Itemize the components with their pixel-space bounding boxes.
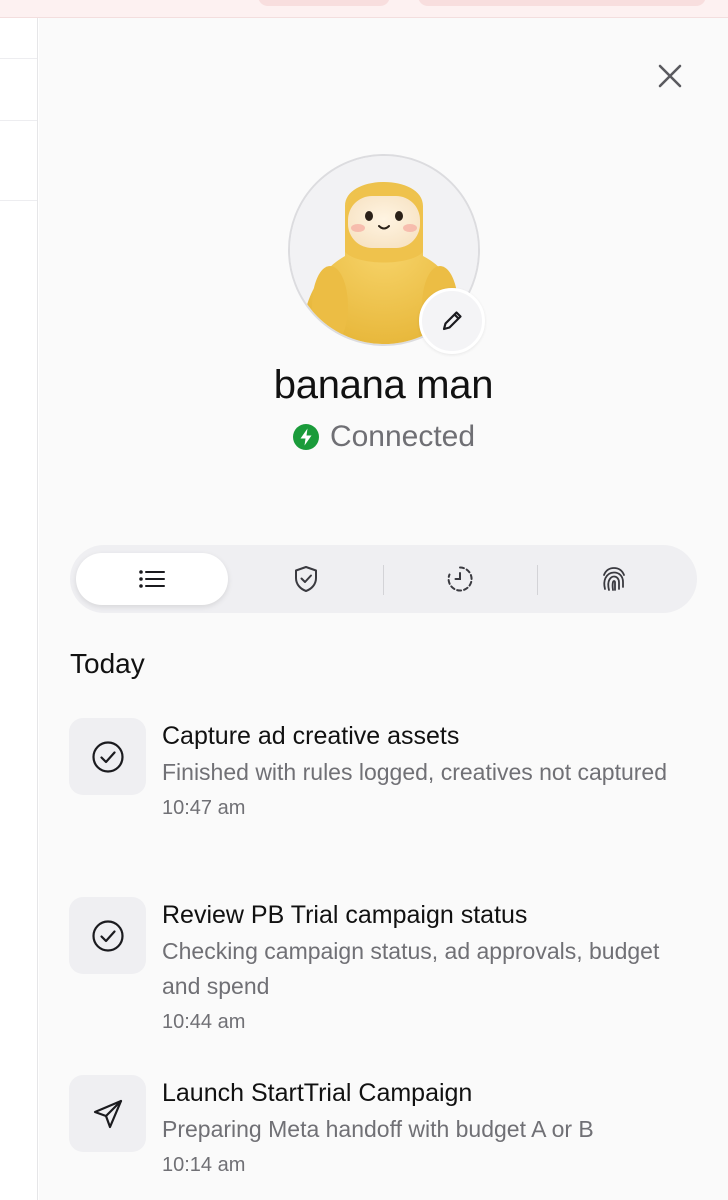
- tab-permissions[interactable]: [230, 553, 382, 605]
- close-icon: [658, 64, 682, 88]
- background-page-edge: [0, 18, 38, 1200]
- check-circle-icon: [91, 740, 124, 773]
- activity-time: 10:14 am: [162, 1154, 246, 1176]
- profile-side-panel: banana man Connected Today Capture ad cr…: [39, 18, 728, 1200]
- activity-status-tile: [69, 897, 146, 974]
- activity-status-tile: [69, 718, 146, 795]
- status-label: Connected: [329, 420, 476, 453]
- close-button[interactable]: [652, 58, 688, 94]
- section-heading: Today: [70, 648, 145, 679]
- activity-description: Preparing Meta handoff with budget A or …: [162, 1116, 594, 1142]
- activity-title: Launch StartTrial Campaign: [162, 1079, 473, 1107]
- shield-check-icon: [295, 566, 317, 592]
- list-icon: [139, 570, 165, 588]
- top-tab-pill[interactable]: [258, 0, 390, 6]
- activity-time: 10:44 am: [162, 1011, 246, 1033]
- fingerprint-icon: [603, 567, 625, 591]
- avatar-container: [288, 154, 485, 354]
- edit-avatar-button[interactable]: [419, 288, 485, 354]
- activity-title: Review PB Trial campaign status: [162, 901, 528, 929]
- activity-description: Finished with rules logged, creatives no…: [162, 759, 668, 785]
- lightning-status-icon: [292, 424, 319, 450]
- activity-title: Capture ad creative assets: [162, 722, 460, 750]
- activity-time: 10:47 am: [162, 797, 246, 819]
- tab-history[interactable]: [384, 553, 536, 605]
- top-tab-pill[interactable]: [418, 0, 706, 6]
- tab-activity[interactable]: [76, 553, 228, 605]
- connection-status: Connected: [39, 420, 728, 454]
- clock-icon: [447, 566, 473, 592]
- browser-top-strip: [0, 0, 728, 18]
- tab-identity[interactable]: [538, 553, 690, 605]
- pencil-icon: [442, 311, 462, 331]
- activity-status-tile: [69, 1075, 146, 1152]
- panel-tab-bar: [70, 545, 697, 613]
- profile-name: banana man: [273, 363, 494, 407]
- send-icon: [93, 1099, 122, 1128]
- check-circle-icon: [91, 919, 124, 952]
- activity-description: Checking campaign status, ad approvals, …: [162, 938, 660, 999]
